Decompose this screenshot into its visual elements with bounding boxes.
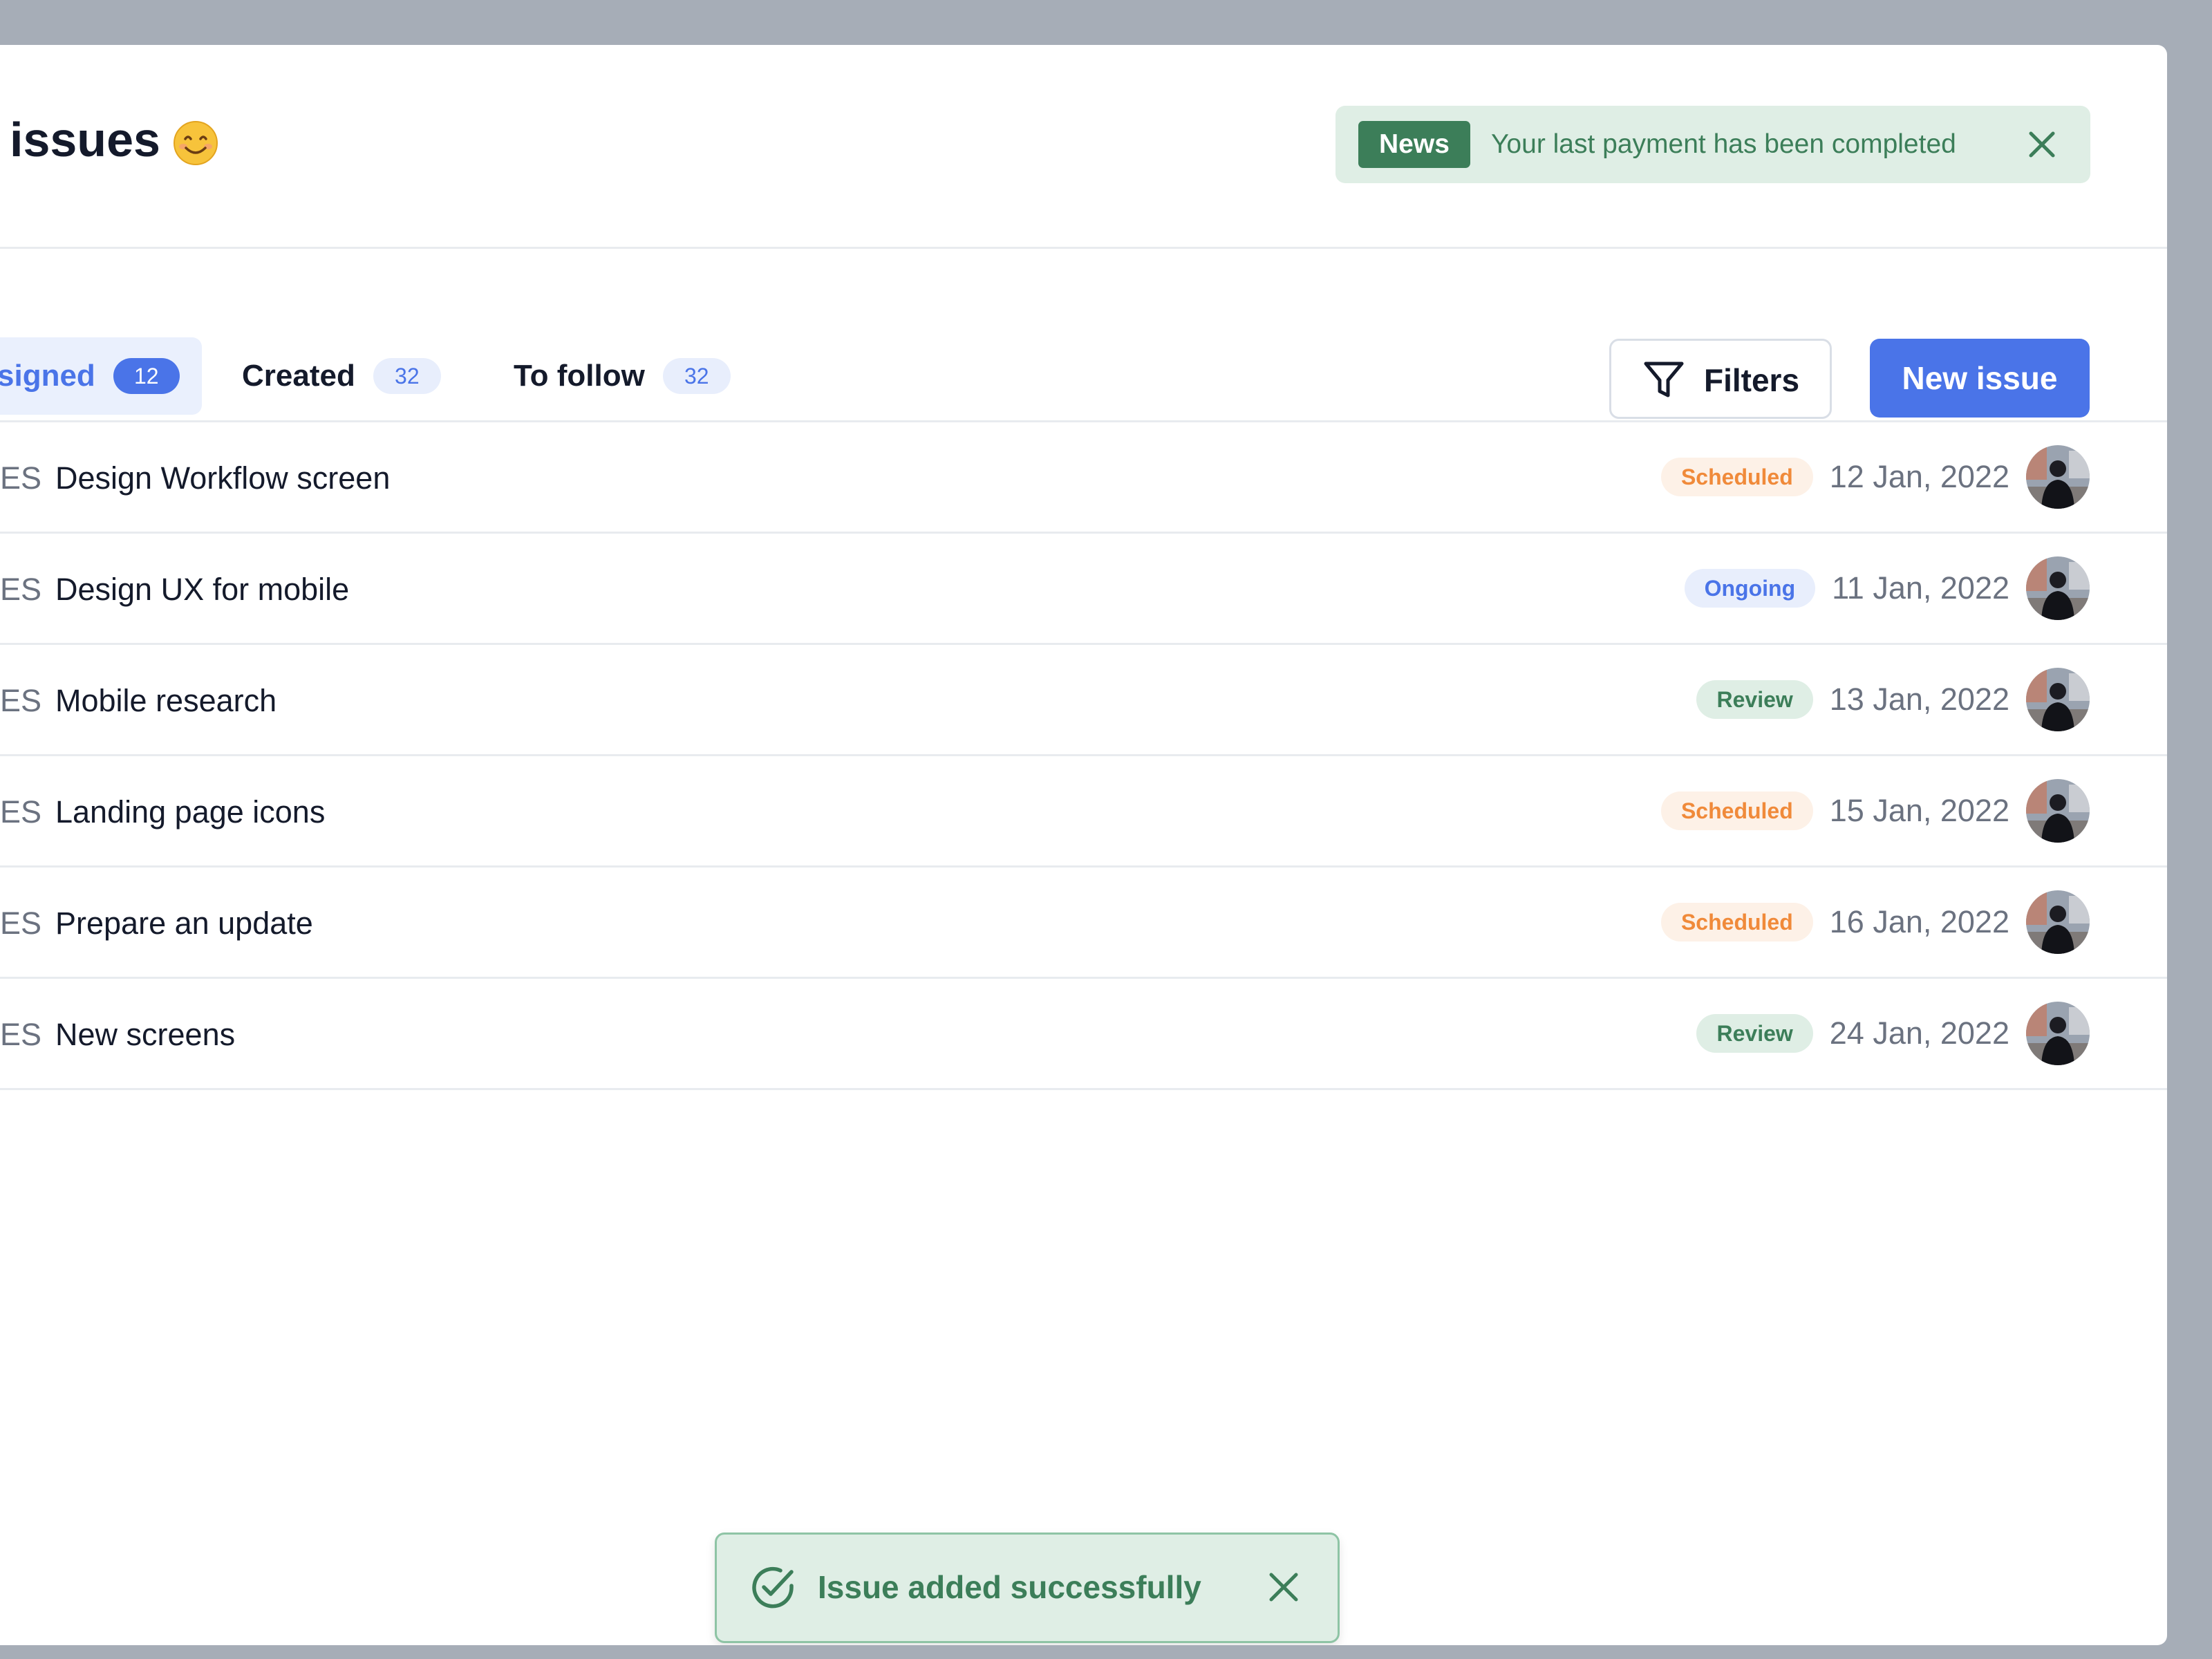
- issue-title[interactable]: Design UX for mobile: [55, 571, 349, 608]
- issue-title[interactable]: New screens: [55, 1016, 235, 1053]
- check-circle-icon: [752, 1566, 794, 1609]
- tab-count-badge: 32: [373, 358, 441, 394]
- issue-date: 11 Jan, 2022: [1832, 570, 2009, 606]
- issue-date: 16 Jan, 2022: [1829, 904, 2009, 939]
- avatar[interactable]: [2026, 445, 2090, 509]
- issue-date: 24 Jan, 2022: [1829, 1015, 2009, 1051]
- issues-toolbar: signed 12 Created 32 To follow 32 Filter…: [0, 249, 2167, 422]
- issue-meta: Scheduled 15 Jan, 2022: [1660, 756, 2090, 865]
- avatar[interactable]: [2026, 556, 2090, 620]
- new-issue-button[interactable]: New issue: [1870, 339, 2090, 418]
- issue-meta: Scheduled 16 Jan, 2022: [1660, 868, 2090, 977]
- issue-project-key: ES: [0, 906, 42, 941]
- issue-row[interactable]: ES Prepare an update Scheduled 16 Jan, 2…: [0, 868, 2167, 979]
- issue-meta: Ongoing 11 Jan, 2022: [1684, 534, 2090, 643]
- status-badge: Review: [1696, 680, 1813, 719]
- success-toast: Issue added successfully: [715, 1533, 1340, 1643]
- avatar[interactable]: [2026, 779, 2090, 843]
- issue-meta: Review 13 Jan, 2022: [1696, 645, 2090, 754]
- tab-label: To follow: [514, 359, 645, 393]
- filters-button[interactable]: Filters: [1609, 339, 1832, 419]
- issue-date: 13 Jan, 2022: [1829, 682, 2009, 717]
- status-badge: Review: [1696, 1014, 1813, 1053]
- page-header: issues News Your last payment has been c…: [0, 45, 2167, 249]
- issue-date: 15 Jan, 2022: [1829, 793, 2009, 828]
- news-badge: News: [1358, 121, 1470, 168]
- status-badge: Scheduled: [1660, 458, 1813, 496]
- issue-title[interactable]: Design Workflow screen: [55, 460, 390, 497]
- news-banner: News Your last payment has been complete…: [1335, 106, 2090, 183]
- close-icon[interactable]: [1266, 1569, 1302, 1605]
- tab-assigned[interactable]: signed 12: [0, 337, 202, 415]
- status-badge: Scheduled: [1660, 903, 1813, 941]
- page-title: issues: [10, 113, 160, 167]
- tab-label: signed: [0, 359, 95, 393]
- filter-icon: [1644, 362, 1684, 397]
- status-badge: Ongoing: [1684, 569, 1816, 608]
- avatar[interactable]: [2026, 1002, 2090, 1065]
- issue-title[interactable]: Landing page icons: [55, 794, 325, 831]
- status-badge: Scheduled: [1660, 791, 1813, 830]
- close-icon[interactable]: [2025, 128, 2059, 161]
- issue-row[interactable]: ES Mobile research Review 13 Jan, 2022: [0, 645, 2167, 756]
- issue-meta: Review 24 Jan, 2022: [1696, 979, 2090, 1088]
- issue-date: 12 Jan, 2022: [1829, 459, 2009, 494]
- tab-count-badge: 12: [113, 358, 180, 394]
- issue-project-key: ES: [0, 1017, 42, 1052]
- issue-project-key: ES: [0, 683, 42, 718]
- news-message: Your last payment has been completed: [1491, 129, 1956, 159]
- issue-title[interactable]: Prepare an update: [55, 905, 313, 942]
- issue-title[interactable]: Mobile research: [55, 682, 276, 720]
- issue-row[interactable]: ES New screens Review 24 Jan, 2022: [0, 979, 2167, 1090]
- filters-label: Filters: [1704, 362, 1800, 398]
- avatar[interactable]: [2026, 890, 2090, 954]
- toast-message: Issue added successfully: [818, 1569, 1201, 1605]
- tab-label: Created: [242, 359, 355, 393]
- issue-project-key: ES: [0, 572, 42, 607]
- issue-project-key: ES: [0, 460, 42, 496]
- avatar[interactable]: [2026, 668, 2090, 731]
- tab-count-badge: 32: [662, 358, 731, 394]
- tab-to-follow[interactable]: To follow 32: [514, 337, 731, 415]
- issue-row[interactable]: ES Design UX for mobile Ongoing 11 Jan, …: [0, 534, 2167, 645]
- smiling-face-icon: [174, 121, 218, 165]
- issue-row[interactable]: ES Design Workflow screen Scheduled 12 J…: [0, 422, 2167, 534]
- issue-meta: Scheduled 12 Jan, 2022: [1660, 422, 2090, 532]
- issues-panel: issues News Your last payment has been c…: [0, 45, 2167, 1645]
- issue-row[interactable]: ES Landing page icons Scheduled 15 Jan, …: [0, 756, 2167, 868]
- issue-project-key: ES: [0, 794, 42, 830]
- tab-created[interactable]: Created 32: [242, 337, 441, 415]
